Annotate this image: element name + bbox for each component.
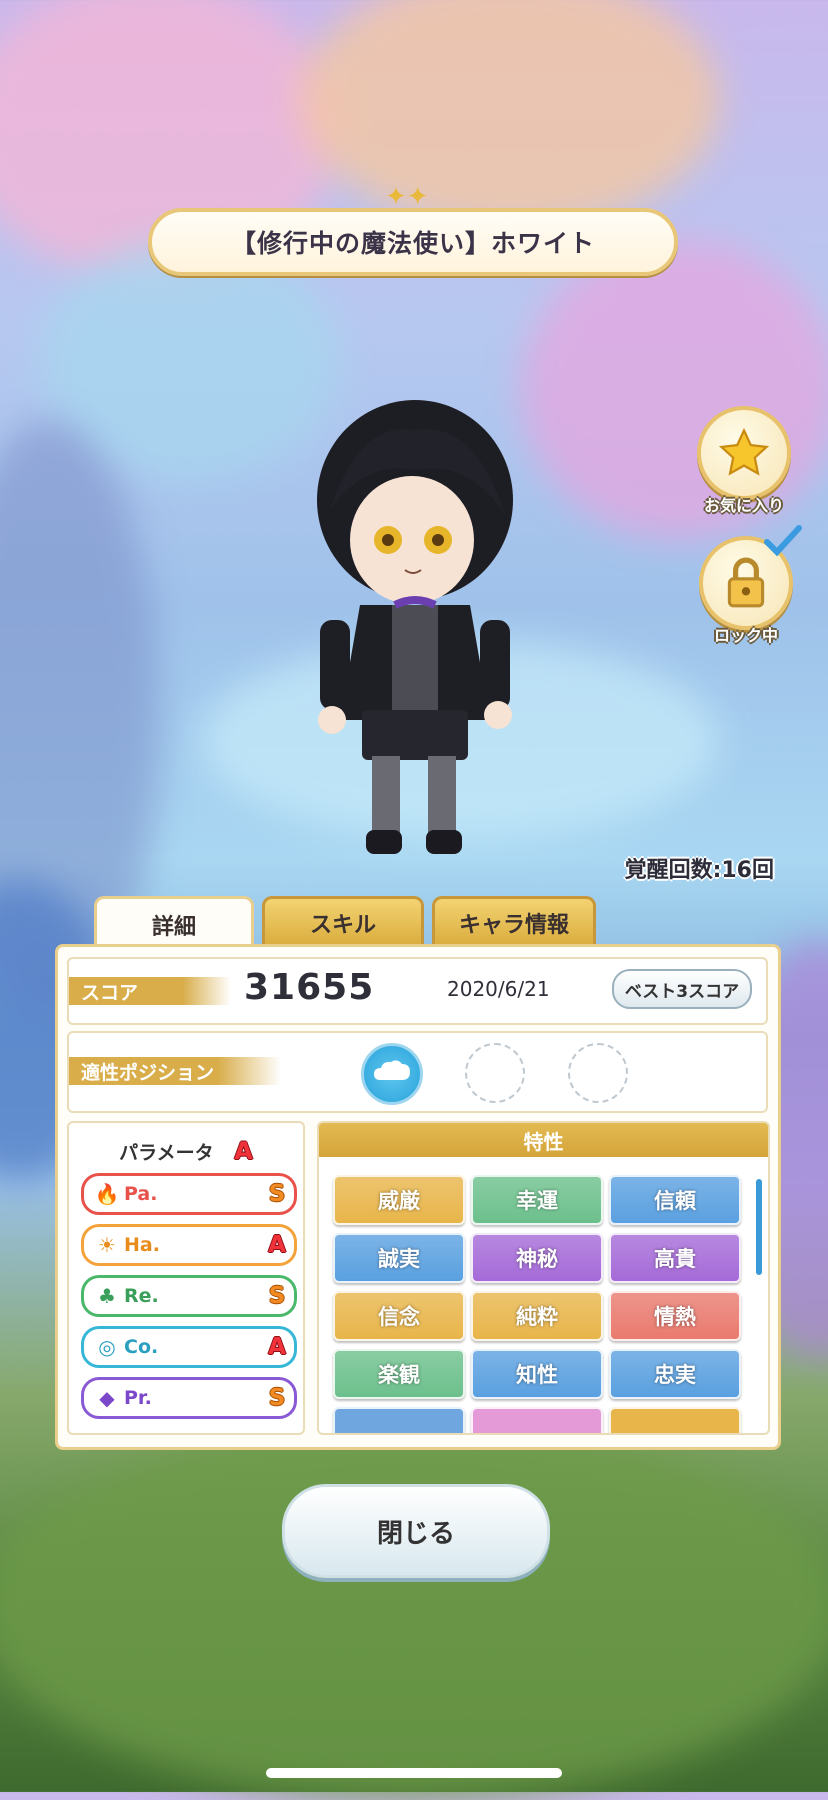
score-value: 31655 [244, 967, 375, 1008]
parameter-row-pa: 🔥 Pa. S [81, 1173, 297, 1215]
swirl-icon: ◎ [98, 1335, 116, 1359]
clover-icon: ♣ [98, 1284, 116, 1308]
favorite-label: お気に入り [703, 496, 784, 515]
trait-badge[interactable]: 幸運 [471, 1175, 603, 1225]
parameter-name: Pa. [124, 1183, 158, 1205]
parameter-name: Ha. [124, 1234, 160, 1256]
gem-icon: ◆ [99, 1386, 115, 1410]
position-label: 適性ポジション [69, 1057, 281, 1085]
parameter-name: Pr. [124, 1387, 152, 1409]
parameter-name: Co. [124, 1336, 159, 1358]
parameter-grade: S [268, 1385, 286, 1411]
score-row: スコア 31655 2020/6/21 ベスト3スコア [67, 957, 768, 1025]
close-button[interactable]: 閉じる [282, 1484, 550, 1578]
lock-label: ロック中 [713, 626, 778, 645]
parameter-row-co: ◎ Co. A [81, 1326, 297, 1368]
tab-skill[interactable]: スキル [262, 896, 424, 947]
trait-badge[interactable]: 信念 [333, 1291, 465, 1341]
trait-badge[interactable]: 高貴 [609, 1233, 741, 1283]
parameter-grade: S [268, 1283, 286, 1309]
parameter-title: パラメータ [119, 1142, 214, 1164]
parameter-row-ha: ☀ Ha. A [81, 1224, 297, 1266]
parameter-grade: A [268, 1334, 286, 1360]
trait-badge[interactable]: 楽観 [333, 1349, 465, 1399]
trait-badge[interactable]: 誠実 [333, 1233, 465, 1283]
trait-badge[interactable]: 忠実 [609, 1349, 741, 1399]
best3-score-button[interactable]: ベスト3スコア [612, 969, 752, 1009]
star-icon [697, 406, 791, 500]
trait-badge-partial[interactable] [333, 1407, 465, 1433]
flame-icon: 🔥 [94, 1182, 120, 1206]
parameter-box: パラメータ A 🔥 Pa. S ☀ Ha. A ♣ Re. S ◎ Co. A … [67, 1121, 305, 1435]
card-title: 【修行中の魔法使い】ホワイト [148, 208, 678, 276]
tab-character-info[interactable]: キャラ情報 [432, 896, 596, 947]
trait-badge[interactable]: 信頼 [609, 1175, 741, 1225]
trait-badge[interactable]: 純粋 [471, 1291, 603, 1341]
overall-grade: A [234, 1137, 253, 1165]
trait-box: 特性 威厳 幸運 信頼 誠実 神秘 高貴 信念 純粋 情熱 楽観 知性 忠実 [317, 1121, 770, 1435]
trait-badge-partial[interactable] [471, 1407, 603, 1433]
home-indicator[interactable] [266, 1768, 562, 1778]
score-date: 2020/6/21 [447, 977, 550, 1001]
trait-header: 特性 [319, 1123, 768, 1157]
parameter-name: Re. [124, 1285, 159, 1307]
trait-scrollbar[interactable] [756, 1179, 762, 1275]
detail-panel: スコア 31655 2020/6/21 ベスト3スコア 適性ポジション パラメー… [55, 944, 781, 1450]
position-row: 適性ポジション [67, 1031, 768, 1113]
favorite-button[interactable]: お気に入り [689, 406, 799, 516]
sun-icon: ☀ [98, 1233, 116, 1257]
empty-position-slot [465, 1043, 525, 1103]
score-label: スコア [69, 977, 231, 1005]
trait-badge[interactable]: 情熱 [609, 1291, 741, 1341]
cloud-position-icon [361, 1043, 423, 1105]
parameter-grade: A [268, 1232, 286, 1258]
tab-details[interactable]: 詳細 [94, 896, 254, 951]
parameter-row-re: ♣ Re. S [81, 1275, 297, 1317]
empty-position-slot [568, 1043, 628, 1103]
trait-badge[interactable]: 威厳 [333, 1175, 465, 1225]
character-image [317, 400, 513, 854]
parameter-row-pr: ◆ Pr. S [81, 1377, 297, 1419]
parameter-header: パラメータ A [69, 1137, 303, 1165]
parameter-grade: S [268, 1181, 286, 1207]
lock-button[interactable]: ロック中 [691, 525, 802, 646]
awakening-count: 覚醒回数:16回 [624, 858, 774, 883]
trait-badge[interactable]: 知性 [471, 1349, 603, 1399]
trait-badge[interactable]: 神秘 [471, 1233, 603, 1283]
trait-badge-partial[interactable] [609, 1407, 741, 1433]
checkmark-icon [764, 525, 802, 557]
card-title-banner: 【修行中の魔法使い】ホワイト [148, 208, 678, 276]
